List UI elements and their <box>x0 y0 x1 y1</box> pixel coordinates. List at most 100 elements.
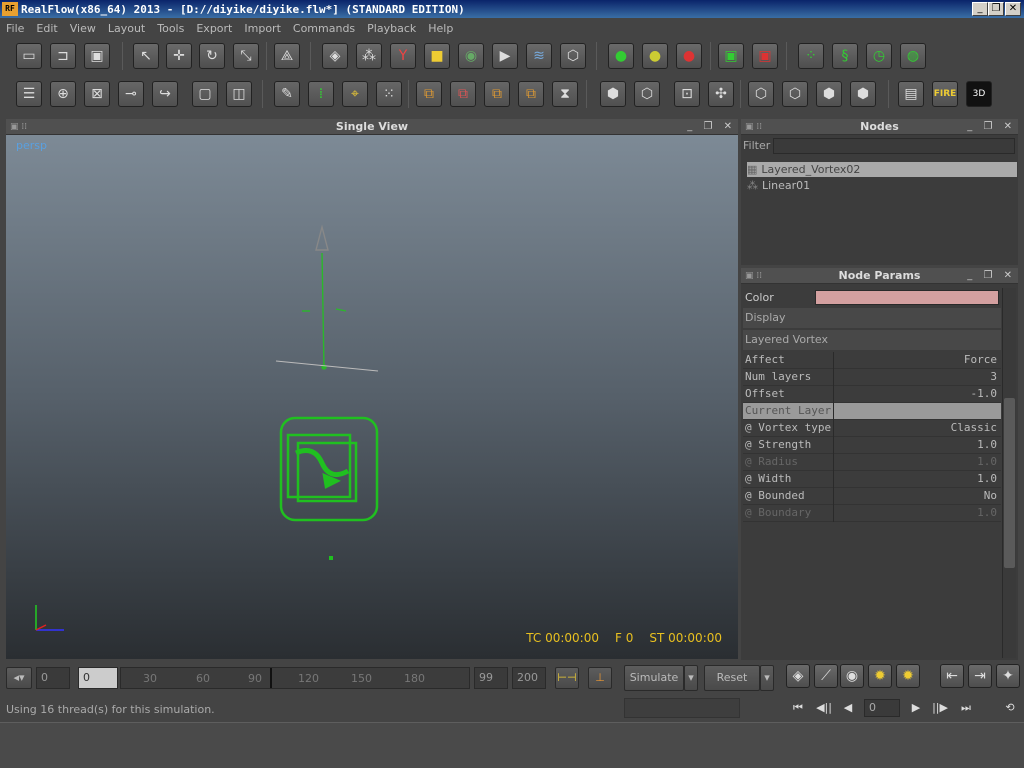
param-row[interactable]: Current Layer <box>743 403 1001 420</box>
param-value[interactable]: 3 <box>990 370 997 383</box>
param-value[interactable]: 1.0 <box>977 506 997 519</box>
param-row[interactable]: Offset -1.0 <box>743 386 1001 403</box>
param-row[interactable]: @ Strength 1.0 <box>743 437 1001 454</box>
simulate-dropdown-icon[interactable]: ▾ <box>684 665 698 691</box>
gear-b-icon[interactable]: ✹ <box>896 664 920 688</box>
yellow-circle-icon[interactable]: ● <box>642 43 668 69</box>
wave-icon[interactable]: ≋ <box>526 43 552 69</box>
save-icon[interactable]: ▣ <box>84 43 110 69</box>
panel-grip-icon[interactable]: ▣ ⁞⁞ <box>10 119 27 135</box>
node-curve-icon[interactable]: ↪ <box>152 81 178 107</box>
green-circle-icon[interactable]: ● <box>608 43 634 69</box>
layers-icon[interactable]: ☰ <box>16 81 42 107</box>
cube-outline-icon[interactable]: ▢ <box>192 81 218 107</box>
loop-icon[interactable]: ⟲ <box>998 700 1022 716</box>
open-folder-icon[interactable]: ⊐ <box>50 43 76 69</box>
panel-controls[interactable]: _ ❐ ✕ <box>967 268 1016 284</box>
param-row[interactable]: Num layers 3 <box>743 369 1001 386</box>
clock-icon[interactable]: ◷ <box>866 43 892 69</box>
param-row[interactable]: @ Boundary 1.0 <box>743 505 1001 522</box>
scatter-icon[interactable]: ✣ <box>708 81 734 107</box>
play-back-button[interactable]: ◀ <box>836 700 860 716</box>
save-green-icon[interactable]: ▣ <box>718 43 744 69</box>
red-circle-icon[interactable]: ● <box>676 43 702 69</box>
reset-button[interactable]: Reset <box>704 665 760 691</box>
texture-b-icon[interactable]: ⧉ <box>450 81 476 107</box>
cube-b-icon[interactable]: ⬡ <box>782 81 808 107</box>
param-value[interactable]: 1.0 <box>977 472 997 485</box>
save-red-icon[interactable]: ▣ <box>752 43 778 69</box>
start-frame-field[interactable]: 0 <box>36 667 70 689</box>
3d-viewport[interactable]: persp TC 00:00:00 F 0 ST 00:00:00 <box>6 135 738 659</box>
param-value[interactable]: Classic <box>951 421 997 434</box>
end-frame-a[interactable]: 99 <box>474 667 508 689</box>
graph-icon[interactable]: ⁞ <box>308 81 334 107</box>
move-icon[interactable]: ✛ <box>166 43 192 69</box>
cube-split-icon[interactable]: ◫ <box>226 81 252 107</box>
param-row[interactable]: @ Bounded No <box>743 488 1001 505</box>
go-end-button[interactable]: ⏭ <box>954 700 978 716</box>
node-item-linear[interactable]: ⁂ Linear01 <box>747 178 810 193</box>
camera-icon[interactable]: ▶ <box>492 43 518 69</box>
wrench-icon[interactable]: ✦ <box>996 664 1020 688</box>
play-button[interactable]: ▶ <box>904 700 928 716</box>
texture-c-icon[interactable]: ⧉ <box>484 81 510 107</box>
eye-icon[interactable]: ◉ <box>840 664 864 688</box>
menu-help[interactable]: Help <box>422 22 459 35</box>
playhead[interactable] <box>270 668 272 688</box>
edit-curve-icon[interactable]: ⟋ <box>814 664 838 688</box>
step-forward-button[interactable]: ||▶ <box>928 700 952 716</box>
param-value[interactable]: Force <box>964 353 997 366</box>
batch-run-icon[interactable]: ⁘ <box>798 43 824 69</box>
panel-controls[interactable]: _ ❐ ✕ <box>967 119 1016 135</box>
cube-d-icon[interactable]: ⬢ <box>850 81 876 107</box>
timeline-track[interactable]: 30 60 90 120 150 180 <box>120 667 470 689</box>
sphere-icon[interactable]: ⬢ <box>600 81 626 107</box>
param-value[interactable]: No <box>984 489 997 502</box>
axis-icon[interactable]: ⟁ <box>274 43 300 69</box>
box-dots-icon[interactable]: ⊡ <box>674 81 700 107</box>
cube-c-icon[interactable]: ⬢ <box>816 81 842 107</box>
sphere-dots-icon[interactable]: ⬡ <box>634 81 660 107</box>
grid-domain-icon[interactable]: ⬡ <box>560 43 586 69</box>
web-icon[interactable]: ◍ <box>900 43 926 69</box>
emitter-icon[interactable]: ⁂ <box>356 43 382 69</box>
timeline-menu-button[interactable]: ◂▾ <box>6 667 32 689</box>
new-file-icon[interactable]: ▭ <box>16 43 42 69</box>
color-swatch[interactable] <box>815 290 999 305</box>
display-section[interactable]: Display <box>743 308 1001 328</box>
param-value[interactable]: -1.0 <box>971 387 998 400</box>
plugin-icon[interactable]: 3D <box>966 81 992 107</box>
node-add-icon[interactable]: ⊕ <box>50 81 76 107</box>
menu-edit[interactable]: Edit <box>30 22 63 35</box>
scrollbar-thumb[interactable] <box>1004 398 1015 568</box>
cube-a-icon[interactable]: ⬡ <box>748 81 774 107</box>
rotate-icon[interactable]: ↻ <box>199 43 225 69</box>
minimize-button[interactable]: _ <box>972 2 988 16</box>
reset-dropdown-icon[interactable]: ▾ <box>760 665 774 691</box>
param-row[interactable]: @ Vortex type Classic <box>743 420 1001 437</box>
param-row[interactable]: Affect Force <box>743 352 1001 369</box>
fire-icon[interactable]: FIRE <box>932 81 958 107</box>
render-icon[interactable]: ▤ <box>898 81 924 107</box>
node-link-icon[interactable]: ⊸ <box>118 81 144 107</box>
key-next-icon[interactable]: ⇥ <box>968 664 992 688</box>
key-prev-icon[interactable]: ⇤ <box>940 664 964 688</box>
filter-input[interactable] <box>773 138 1015 154</box>
menu-commands[interactable]: Commands <box>287 22 361 35</box>
panel-controls[interactable]: _ ❐ ✕ <box>687 119 736 135</box>
range-icon[interactable]: ⊢⊣ <box>555 667 579 689</box>
scale-icon[interactable]: ⤡ <box>233 43 259 69</box>
dots-icon[interactable]: ⁙ <box>376 81 402 107</box>
menu-file[interactable]: File <box>0 22 30 35</box>
render-view-icon[interactable]: ◈ <box>786 664 810 688</box>
param-value[interactable]: 1.0 <box>977 455 997 468</box>
node-remove-icon[interactable]: ⊠ <box>84 81 110 107</box>
menu-layout[interactable]: Layout <box>102 22 151 35</box>
current-frame-field[interactable]: 0 <box>78 667 118 689</box>
menu-import[interactable]: Import <box>238 22 287 35</box>
daemon-icon[interactable]: Y <box>390 43 416 69</box>
gear-a-icon[interactable]: ✹ <box>868 664 892 688</box>
texture-a-icon[interactable]: ⧉ <box>416 81 442 107</box>
menu-playback[interactable]: Playback <box>361 22 422 35</box>
